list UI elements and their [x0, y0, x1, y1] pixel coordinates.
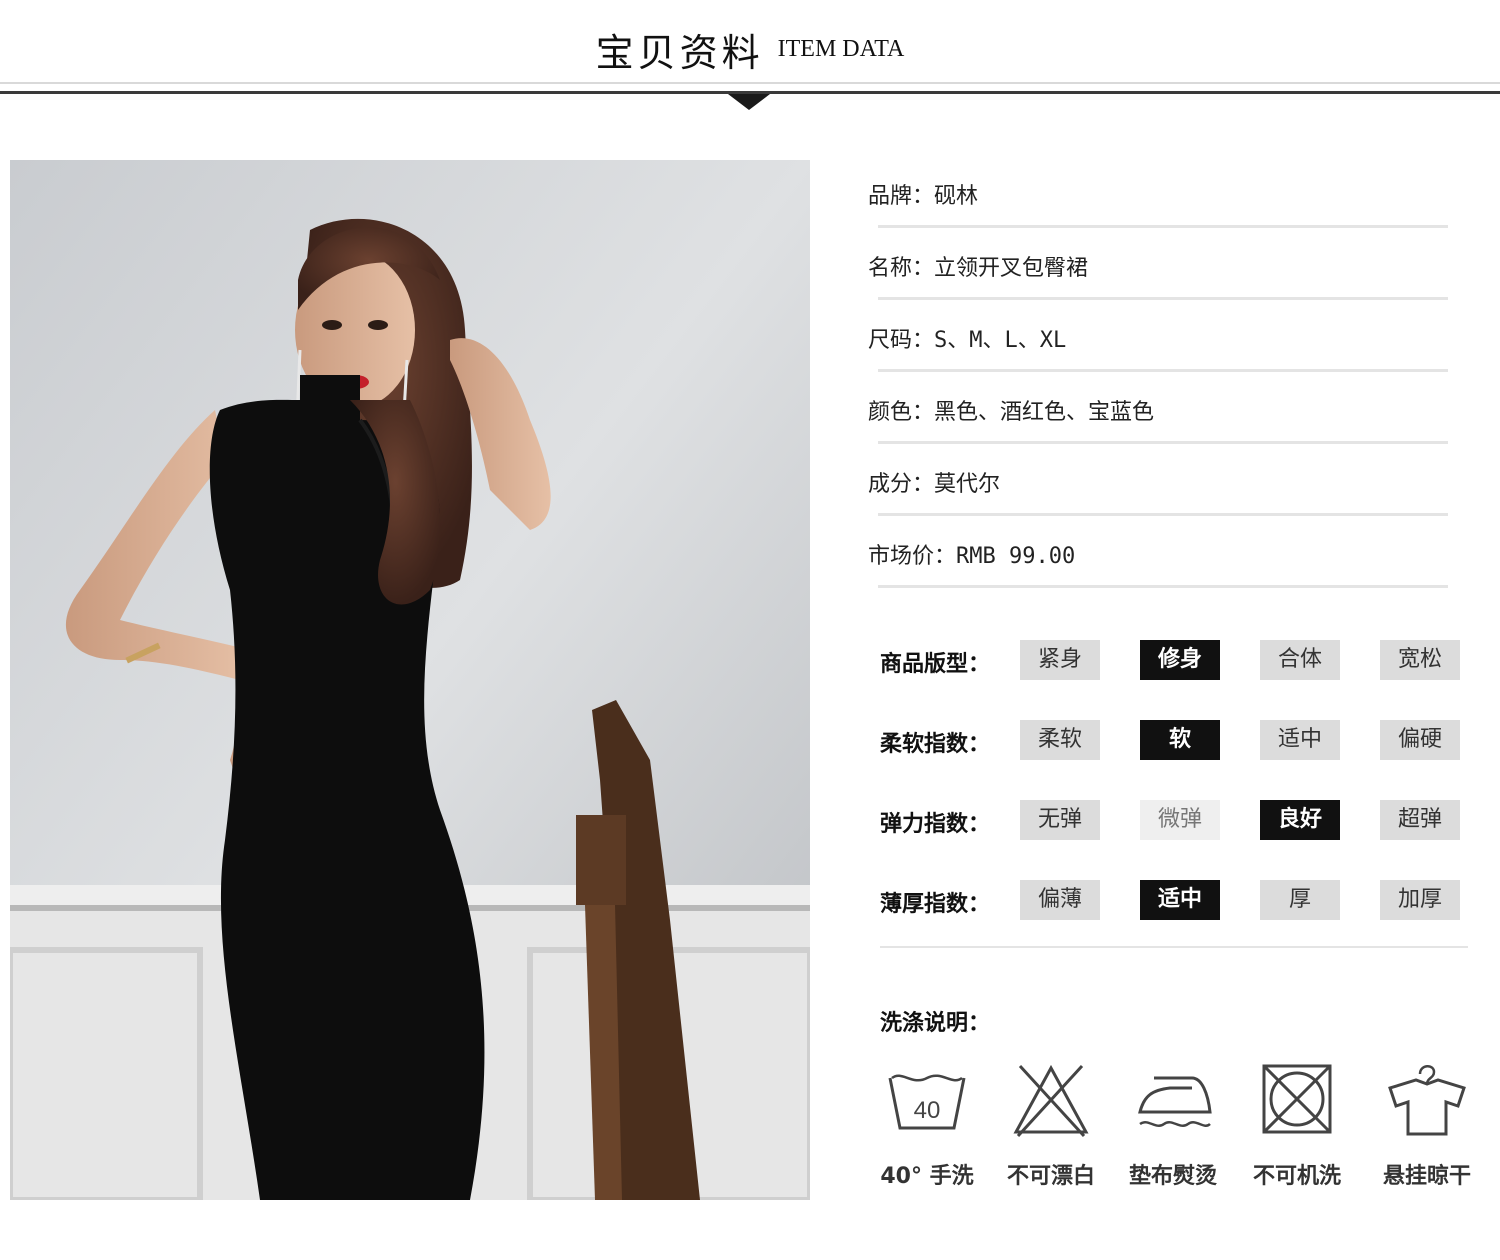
- row-divider: [878, 585, 1448, 588]
- detail-label: 颜色：: [868, 400, 935, 425]
- detail-label: 名称：: [868, 256, 935, 281]
- detail-value: 黑色、酒红色、宝蓝色: [934, 400, 1155, 425]
- scale-label: 商品版型：: [880, 652, 991, 677]
- detail-value: 立领开叉包臀裙: [934, 256, 1089, 281]
- scale-row-thickness: 薄厚指数： 偏薄 适中 厚 加厚: [880, 880, 1480, 922]
- care-label: 不可机洗: [1252, 1164, 1341, 1189]
- scale-label: 柔软指数：: [880, 732, 991, 757]
- detail-value: S、M、L、XL: [934, 328, 1067, 353]
- wash-tub-40-icon: 40: [882, 1060, 972, 1140]
- care-label: 不可漂白: [1006, 1164, 1095, 1189]
- care-label: 垫布熨烫: [1128, 1164, 1217, 1189]
- detail-row-brand: 品牌：砚林: [868, 156, 1448, 228]
- detail-value: RMB 99.00: [956, 544, 1076, 569]
- detail-label: 成分：: [868, 472, 935, 497]
- header-arrow-icon: [728, 94, 770, 110]
- scale-option: 适中: [1140, 880, 1220, 920]
- care-label: 悬挂晾干: [1382, 1164, 1471, 1189]
- scale-option: 厚: [1260, 880, 1340, 920]
- scale-row-elasticity: 弹力指数： 无弹 微弹 良好 超弹: [880, 800, 1480, 842]
- hang-dry-icon: [1382, 1060, 1472, 1140]
- no-tumble-dry-icon: [1252, 1060, 1342, 1140]
- detail-row-size: 尺码：S、M、L、XL: [868, 300, 1448, 372]
- scale-label: 弹力指数：: [880, 812, 991, 837]
- scale-option: 宽松: [1380, 640, 1460, 680]
- product-photo: [10, 160, 810, 1200]
- detail-value: 莫代尔: [934, 472, 1001, 497]
- scale-row-fit: 商品版型： 紧身 修身 合体 宽松: [880, 640, 1480, 682]
- scale-option: 偏硬: [1380, 720, 1460, 760]
- detail-value: 砚林: [934, 184, 979, 209]
- detail-label: 品牌：: [868, 184, 935, 209]
- scale-row-softness: 柔软指数： 柔软 软 适中 偏硬: [880, 720, 1480, 762]
- detail-row-name: 名称：立领开叉包臀裙: [868, 228, 1448, 300]
- detail-row-color: 颜色：黑色、酒红色、宝蓝色: [868, 372, 1448, 444]
- detail-label: 市场价：: [868, 544, 957, 569]
- scale-option: 无弹: [1020, 800, 1100, 840]
- scale-label: 薄厚指数：: [880, 892, 991, 917]
- header-rule-thin: [0, 82, 1500, 84]
- scale-option: 加厚: [1380, 880, 1460, 920]
- scale-option: 合体: [1260, 640, 1340, 680]
- scale-option: 微弹: [1140, 800, 1220, 840]
- scale-option: 柔软: [1020, 720, 1100, 760]
- section-header: 宝贝资料 ITEM DATA: [0, 22, 1500, 77]
- header-title-cn: 宝贝资料: [595, 31, 764, 75]
- detail-row-material: 成分：莫代尔: [868, 444, 1448, 516]
- scale-option: 适中: [1260, 720, 1340, 760]
- detail-label: 尺码：: [868, 328, 935, 353]
- scale-option: 偏薄: [1020, 880, 1100, 920]
- header-title-en: ITEM DATA: [777, 36, 905, 62]
- care-label: 40° 手洗: [880, 1164, 974, 1189]
- scale-option: 修身: [1140, 640, 1220, 680]
- scale-option: 软: [1140, 720, 1220, 760]
- no-bleach-icon: [1006, 1060, 1096, 1140]
- care-divider: [880, 946, 1468, 948]
- scale-option: 超弹: [1380, 800, 1460, 840]
- scale-option: 紧身: [1020, 640, 1100, 680]
- scale-option: 良好: [1260, 800, 1340, 840]
- detail-row-price: 市场价：RMB 99.00: [868, 516, 1448, 588]
- iron-with-cloth-icon: [1130, 1060, 1220, 1140]
- care-title: 洗涤说明：: [880, 1011, 991, 1036]
- wash-tub-temp: 40: [914, 1097, 941, 1124]
